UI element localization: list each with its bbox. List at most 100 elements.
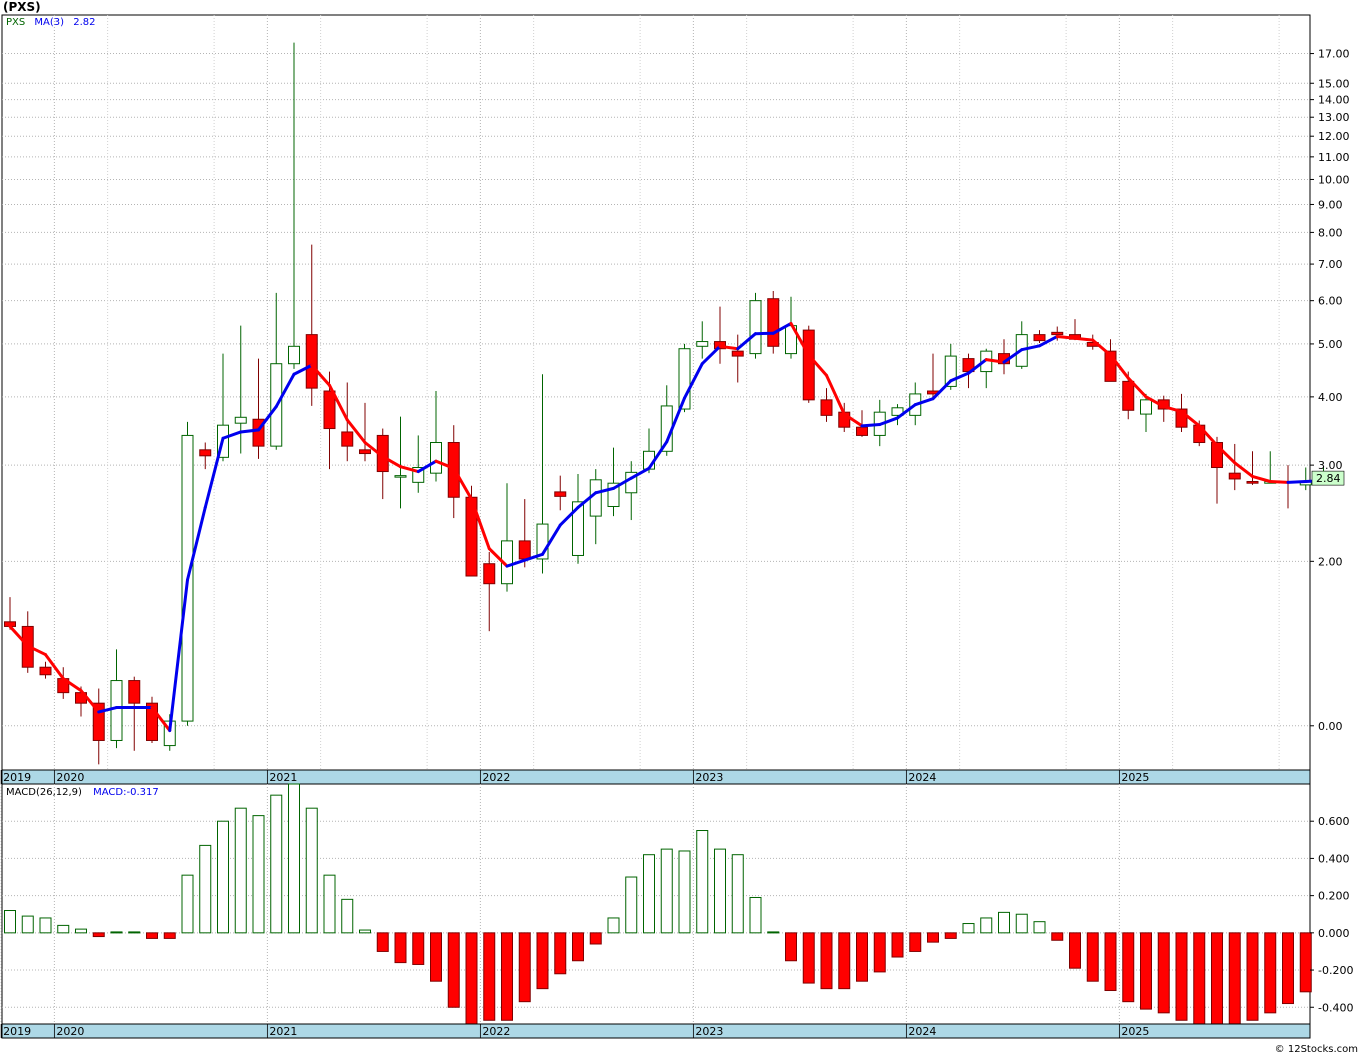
macd-bar xyxy=(874,933,885,972)
x-year-label: 2025 xyxy=(1121,1025,1149,1038)
price-legend: PXS MA(3) 2.82 xyxy=(6,17,96,28)
candle-body xyxy=(129,681,140,704)
macd-bar xyxy=(644,855,655,933)
macd-bar xyxy=(555,933,566,974)
candle-body xyxy=(519,541,530,559)
candle-body xyxy=(431,443,442,474)
price-panel-frame xyxy=(2,15,1310,770)
price-ytick-label: 11.00 xyxy=(1318,151,1350,164)
candle-body xyxy=(857,427,868,435)
macd-bar xyxy=(573,933,584,961)
candle-body xyxy=(555,492,566,496)
candle-body xyxy=(342,432,353,446)
price-ytick-label: 4.00 xyxy=(1318,391,1343,404)
macd-bar xyxy=(928,933,939,942)
macd-bar xyxy=(1229,933,1240,1024)
price-legend-ma-value: 2.82 xyxy=(73,17,95,28)
last-value-label: 2.84 xyxy=(1312,471,1344,485)
macd-bar xyxy=(377,933,388,952)
macd-bar xyxy=(235,808,246,933)
macd-bar xyxy=(661,849,672,933)
macd-bar xyxy=(803,933,814,983)
macd-legend-value: MACD:-0.317 xyxy=(93,787,159,798)
macd-bar xyxy=(93,933,104,937)
chart-svg: 17.0015.0014.0013.0012.0011.0010.009.008… xyxy=(0,0,1360,1056)
ma3-segment xyxy=(862,425,880,426)
x-year-label: 2023 xyxy=(695,771,723,784)
macd-bar xyxy=(608,918,619,933)
macd-bar xyxy=(839,933,850,989)
macd-bar xyxy=(111,932,122,933)
macd-bar xyxy=(484,933,495,1020)
macd-ytick-label: -0.400 xyxy=(1318,1001,1353,1014)
x-year-label: 2020 xyxy=(56,1025,84,1038)
x-year-label: 2019 xyxy=(3,771,31,784)
macd-bar xyxy=(626,877,637,933)
macd-bar xyxy=(1247,933,1258,1020)
copyright: © 12Stocks.com xyxy=(1275,1044,1358,1055)
macd-bar xyxy=(1212,933,1223,1028)
macd-bar xyxy=(1141,933,1152,1009)
macd-bar xyxy=(519,933,530,1002)
price-ytick-label: 0.00 xyxy=(1318,720,1343,733)
x-year-label: 2024 xyxy=(908,1025,936,1038)
macd-bar xyxy=(821,933,832,989)
candle-body xyxy=(590,480,601,516)
macd-bar xyxy=(537,933,548,989)
candle-body xyxy=(484,564,495,584)
macd-bar xyxy=(147,933,158,939)
price-ytick-label: 9.00 xyxy=(1318,198,1343,211)
price-ytick-label: 13.00 xyxy=(1318,111,1350,124)
candle-body xyxy=(1052,332,1063,334)
candle-body xyxy=(40,667,51,675)
macd-bar xyxy=(1265,933,1276,1013)
candle-body xyxy=(289,346,300,363)
macd-bar xyxy=(182,875,193,933)
x-year-label: 2021 xyxy=(269,1025,297,1038)
macd-bar xyxy=(431,933,442,981)
ma3-segment xyxy=(241,430,259,432)
candle-body xyxy=(1141,400,1152,414)
macd-ytick-label: 0.000 xyxy=(1318,927,1350,940)
macd-y-axis: 0.6000.4000.2000.000-0.200-0.400 xyxy=(1310,815,1353,1014)
macd-bar xyxy=(200,845,211,932)
macd-bar xyxy=(395,933,406,963)
macd-ytick-label: -0.200 xyxy=(1318,964,1353,977)
macd-bar xyxy=(981,918,992,933)
macd-bar xyxy=(502,933,513,1020)
candle-body xyxy=(200,450,211,456)
candle-body xyxy=(1247,481,1258,483)
price-legend-ma: MA(3) xyxy=(34,17,64,28)
price-ytick-label: 17.00 xyxy=(1318,48,1350,61)
candle-body xyxy=(1123,381,1134,410)
macd-bar xyxy=(40,918,51,933)
candle-body xyxy=(821,400,832,416)
candle-body xyxy=(360,450,371,454)
x-year-label: 2024 xyxy=(908,771,936,784)
price-ytick-label: 15.00 xyxy=(1318,77,1350,90)
macd-bar xyxy=(697,831,708,933)
macd-bar xyxy=(306,808,317,933)
macd-bar xyxy=(289,784,300,933)
macd-bar xyxy=(5,911,16,933)
candle-body xyxy=(732,351,743,356)
macd-bar xyxy=(715,849,726,933)
macd-bar xyxy=(1087,933,1098,981)
price-legend-symbol: PXS xyxy=(6,17,25,28)
macd-bar xyxy=(1034,922,1045,933)
macd-bar xyxy=(253,816,264,933)
ma3-segment xyxy=(1075,338,1093,340)
price-ytick-label: 5.00 xyxy=(1318,338,1343,351)
candle-body xyxy=(803,330,814,400)
macd-bar xyxy=(1176,933,1187,1020)
macd-bar xyxy=(1070,933,1081,968)
candle-body xyxy=(697,342,708,347)
x-year-label: 2025 xyxy=(1121,771,1149,784)
macd-bar xyxy=(768,932,779,933)
macd-bar xyxy=(679,851,690,933)
macd-bar xyxy=(1105,933,1116,991)
macd-bar xyxy=(750,897,761,932)
macd-bar xyxy=(1194,933,1205,1024)
macd-bar xyxy=(1158,933,1169,1013)
macd-bar xyxy=(58,925,69,932)
